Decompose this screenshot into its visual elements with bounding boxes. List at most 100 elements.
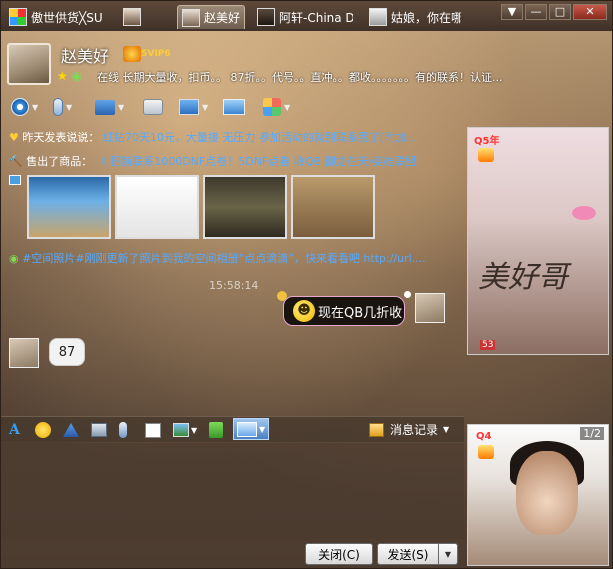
feed-photo-line: ◉ #空间照片#刚刚更新了照片到我的空间相册“点点滴滴”，快来看看吧 http:…	[9, 250, 459, 266]
my-show-photo[interactable]: Q4 1/2	[467, 424, 609, 566]
feed-status-label: 昨天发表说说：	[22, 131, 100, 144]
send-file-icon	[95, 99, 115, 115]
bubble-decoration-icon	[404, 291, 411, 298]
photo-face	[516, 451, 578, 535]
shake-button[interactable]	[91, 421, 107, 439]
hammer-icon: 🔨	[9, 155, 27, 168]
tab-label: 傲世供货╳SU	[31, 10, 103, 25]
tab-label: 赵美好	[204, 11, 241, 25]
tab-axuan[interactable]: 阿轩-China Drc	[253, 5, 353, 29]
emoji-icon	[35, 422, 51, 438]
feed-status-link[interactable]: 红钻70天10元，大量接 无压力 参加活动的就别联系我了[附加...	[103, 131, 417, 144]
contact-photo-icon	[369, 8, 387, 26]
feed-photo-link[interactable]: #空间照片#刚刚更新了照片到我的空间相册“点点滴滴”，快来看看吧 http://…	[22, 252, 426, 265]
send-button[interactable]: 发送(S)	[377, 543, 439, 565]
chat-toolbar: ▼ ▼ ▼ ▼ ▼	[1, 91, 612, 123]
voice-call-icon	[53, 98, 63, 116]
chevron-down-icon[interactable]: ▼	[259, 425, 265, 434]
magic-icon	[63, 423, 79, 437]
chevron-down-icon[interactable]: ▼	[191, 426, 197, 435]
red-packet-icon	[209, 422, 223, 438]
font-button[interactable]: A	[9, 421, 20, 439]
contact-photo-icon	[123, 8, 141, 26]
tab-zhaomeihao[interactable]: 赵美好	[177, 5, 245, 29]
video-call-button[interactable]: ▼	[11, 96, 38, 118]
magic-button[interactable]	[63, 421, 79, 439]
message-history-label: 消息记录	[390, 423, 439, 437]
crown-icon	[478, 445, 494, 459]
voice-msg-icon	[119, 422, 127, 438]
tab-label: 阿轩-China Drc	[279, 10, 353, 25]
message-timestamp: 15:58:14	[209, 279, 259, 292]
feed-thumbnail[interactable]	[203, 175, 287, 239]
feed-sale-line: 🔨 售出了商品： 《 招前联系1000DNF点卷！5DNF点卷 收QB 御龙在天…	[9, 153, 459, 169]
contact-photo-icon	[182, 8, 200, 27]
feed-thumbnail[interactable]	[115, 175, 199, 239]
remote-assist-icon	[179, 99, 199, 115]
chevron-down-icon[interactable]: ▼	[32, 103, 38, 112]
message-input[interactable]	[1, 443, 464, 539]
contact-name[interactable]: 赵美好	[61, 43, 109, 67]
pink-bow-icon	[572, 206, 596, 220]
signature-art: 美好哥	[478, 260, 568, 295]
star-icon: ★	[57, 69, 68, 83]
chat-window: 傲世供货╳SU 赵美好 阿轩-China Drc 姑娘，你在哪 ▼ — □ ✕ …	[0, 0, 613, 569]
share-screen-icon	[223, 99, 245, 115]
photo-page-counter[interactable]: 1/2	[580, 427, 604, 440]
apps-button[interactable]: ▼	[263, 96, 290, 118]
tab-label: 姑娘，你在哪	[391, 10, 461, 25]
send-file-button[interactable]: ▼	[95, 96, 124, 118]
chevron-down-icon[interactable]: ▼	[202, 103, 208, 112]
feed-thumbnail[interactable]	[291, 175, 375, 239]
tab-bar: 傲世供货╳SU 赵美好 阿轩-China Drc 姑娘，你在哪 ▼ — □ ✕	[1, 1, 612, 31]
feed-sale-link[interactable]: 《 招前联系1000DNF点卷！5DNF点卷 收QB 御龙在天/英雄联盟	[96, 155, 416, 168]
chevron-down-icon[interactable]: ▼	[66, 103, 72, 112]
screenshot-icon	[237, 421, 257, 437]
shake-icon	[91, 423, 107, 437]
feed-status-line: ♥ 昨天发表说说： 红钻70天10元，大量接 无压力 参加活动的就别联系我了[附…	[9, 129, 459, 145]
contact-avatar[interactable]	[7, 43, 51, 85]
menu-button[interactable]: ▼	[501, 4, 523, 20]
close-window-button[interactable]: ✕	[573, 4, 607, 20]
tab-aoshi[interactable]: 傲世供货╳SU	[5, 5, 109, 29]
chevron-down-icon[interactable]: ▼	[284, 103, 290, 112]
my-avatar[interactable]	[415, 293, 445, 323]
qzone-icon: ◉	[9, 252, 23, 265]
voice-call-button[interactable]: ▼	[53, 96, 72, 118]
voice-message-button[interactable]	[119, 421, 127, 439]
feed-thumbnail[interactable]	[27, 175, 111, 239]
incoming-message-bubble: 87	[49, 338, 85, 366]
maximize-button[interactable]: □	[549, 4, 571, 20]
chevron-down-icon[interactable]: ▼	[118, 103, 124, 112]
close-button[interactable]: 关闭(C)	[305, 543, 373, 565]
minimize-button[interactable]: —	[525, 4, 547, 20]
red-packet-button[interactable]	[209, 421, 223, 439]
remote-assist-button[interactable]: ▼	[179, 96, 208, 118]
send-options-dropdown[interactable]: ▼	[439, 543, 458, 565]
qzone-icon[interactable]: ◉	[72, 69, 82, 83]
send-image-button[interactable]: ▼	[173, 421, 197, 439]
photo-icon	[9, 175, 21, 185]
share-screen-button[interactable]	[223, 96, 245, 118]
video-call-icon	[11, 98, 29, 116]
outgoing-message-text: 现在QB几折收	[318, 305, 403, 321]
history-icon	[369, 422, 384, 437]
tab-guniang[interactable]: 姑娘，你在哪	[365, 5, 461, 29]
doodle-icon	[145, 422, 161, 438]
image-icon	[173, 423, 189, 437]
create-discussion-button[interactable]	[143, 96, 163, 118]
emoji-button[interactable]	[35, 421, 51, 439]
svip-crown-icon[interactable]	[123, 46, 141, 62]
tab-contact-2[interactable]	[119, 5, 163, 29]
create-discussion-icon	[143, 99, 163, 115]
grin-emoji-icon: ☻	[293, 300, 315, 322]
font-icon: A	[9, 422, 20, 438]
contact-show-photo[interactable]: Q5年 美好哥 53	[467, 127, 609, 355]
doodle-button[interactable]	[145, 421, 161, 439]
chevron-down-icon[interactable]: ▼	[443, 425, 449, 434]
screenshot-button[interactable]: ▼	[233, 418, 270, 440]
message-history-button[interactable]: 消息记录 ▼	[369, 421, 449, 438]
feed-status-icon: ♥	[9, 131, 23, 144]
contact-avatar-small[interactable]	[9, 338, 39, 368]
bubble-decoration-icon	[277, 291, 287, 301]
